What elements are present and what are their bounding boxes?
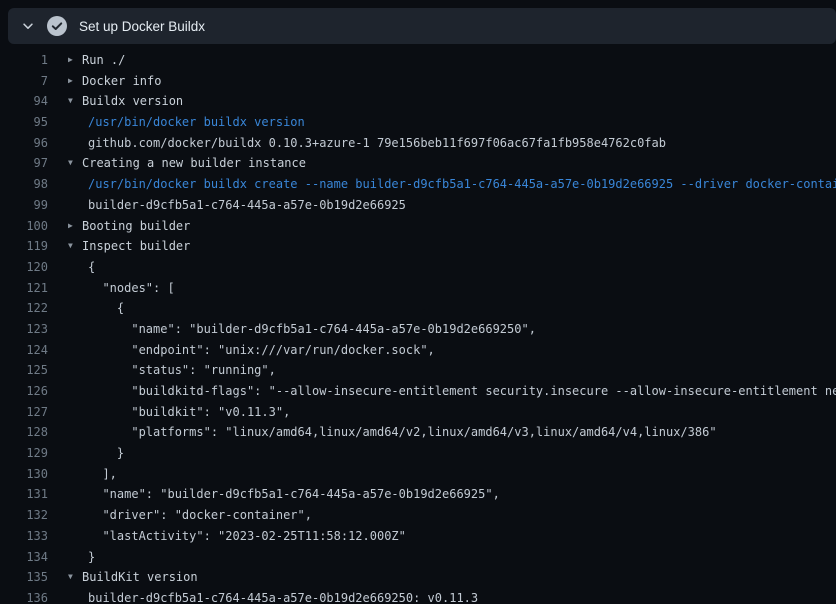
log-text: "endpoint": "unix:///var/run/docker.sock… — [88, 340, 435, 361]
log-line: 99 builder-d9cfb5a1-c764-445a-a57e-0b19d2… — [0, 195, 836, 216]
line-number[interactable]: 1 — [0, 50, 48, 71]
log-line: 95/usr/bin/docker buildx version — [0, 112, 836, 133]
line-number[interactable]: 134 — [0, 547, 48, 568]
log-line: 126 "buildkitd-flags": "--allow-insecure… — [0, 381, 836, 402]
line-number[interactable]: 95 — [0, 112, 48, 133]
log-line: 132 "driver": "docker-container", — [0, 505, 836, 526]
log-line: 136 builder-d9cfb5a1-c764-445a-a57e-0b19d… — [0, 588, 836, 604]
log-group-row[interactable]: 94 ▼Buildx version — [0, 91, 836, 112]
log-group-row[interactable]: 7 ▶Docker info — [0, 71, 836, 92]
log-text: { — [88, 298, 124, 319]
log-text: } — [88, 443, 124, 464]
line-number[interactable]: 125 — [0, 360, 48, 381]
line-number[interactable]: 119 — [0, 236, 48, 257]
log-line: 127 "buildkit": "v0.11.3", — [0, 402, 836, 423]
log-text: "platforms": "linux/amd64,linux/amd64/v2… — [88, 422, 717, 443]
log-line: 121 "nodes": [ — [0, 278, 836, 299]
line-number[interactable]: 136 — [0, 588, 48, 604]
line-number[interactable]: 98 — [0, 174, 48, 195]
log-group-row[interactable]: 97 ▼Creating a new builder instance — [0, 153, 836, 174]
line-number[interactable]: 130 — [0, 464, 48, 485]
log-text: "driver": "docker-container", — [88, 505, 312, 526]
log-line: 125 "status": "running", — [0, 360, 836, 381]
log-line: 134} — [0, 547, 836, 568]
triangle-right-icon[interactable]: ▶ — [68, 216, 82, 237]
log-group-row[interactable]: 119 ▼Inspect builder — [0, 236, 836, 257]
log-line: 120 { — [0, 257, 836, 278]
log-text: "buildkitd-flags": "--allow-insecure-ent… — [88, 381, 836, 402]
triangle-down-icon[interactable]: ▼ — [68, 567, 82, 588]
group-title: Booting builder — [82, 216, 190, 237]
group-title: Buildx version — [82, 91, 183, 112]
log-text: "name": "builder-d9cfb5a1-c764-445a-a57e… — [88, 319, 536, 340]
log-text: "nodes": [ — [88, 278, 175, 299]
log-line: 133 "lastActivity": "2023-02-25T11:58:12… — [0, 526, 836, 547]
log-line: 122 { — [0, 298, 836, 319]
log-line: 131 "name": "builder-d9cfb5a1-c764-445a-… — [0, 484, 836, 505]
log-text: } — [88, 547, 95, 568]
line-number[interactable]: 124 — [0, 340, 48, 361]
log-line: 124 "endpoint": "unix:///var/run/docker.… — [0, 340, 836, 361]
line-number[interactable]: 135 — [0, 567, 48, 588]
line-number[interactable]: 121 — [0, 278, 48, 299]
line-number[interactable]: 122 — [0, 298, 48, 319]
line-number[interactable]: 133 — [0, 526, 48, 547]
line-number[interactable]: 128 — [0, 422, 48, 443]
log-line: 130 ], — [0, 464, 836, 485]
log-line: 123 "name": "builder-d9cfb5a1-c764-445a-… — [0, 319, 836, 340]
log-text: github.com/docker/buildx 0.10.3+azure-1 … — [88, 133, 666, 154]
log-text: "status": "running", — [88, 360, 276, 381]
line-number[interactable]: 97 — [0, 153, 48, 174]
log-group-row[interactable]: 100 ▶Booting builder — [0, 216, 836, 237]
line-number[interactable]: 127 — [0, 402, 48, 423]
step-header[interactable]: Set up Docker Buildx — [8, 8, 836, 44]
triangle-right-icon[interactable]: ▶ — [68, 50, 82, 71]
log-line: 98/usr/bin/docker buildx create --name b… — [0, 174, 836, 195]
triangle-down-icon[interactable]: ▼ — [68, 91, 82, 112]
triangle-down-icon[interactable]: ▼ — [68, 153, 82, 174]
log-text: "lastActivity": "2023-02-25T11:58:12.000… — [88, 526, 406, 547]
triangle-down-icon[interactable]: ▼ — [68, 236, 82, 257]
command-text: /usr/bin/docker buildx create --name bui… — [88, 174, 836, 195]
group-title: BuildKit version — [82, 567, 198, 588]
log-text: builder-d9cfb5a1-c764-445a-a57e-0b19d2e6… — [88, 195, 406, 216]
triangle-right-icon[interactable]: ▶ — [68, 71, 82, 92]
line-number[interactable]: 99 — [0, 195, 48, 216]
line-number[interactable]: 100 — [0, 216, 48, 237]
line-number[interactable]: 96 — [0, 133, 48, 154]
line-number[interactable]: 132 — [0, 505, 48, 526]
line-number[interactable]: 126 — [0, 381, 48, 402]
log-text: "name": "builder-d9cfb5a1-c764-445a-a57e… — [88, 484, 500, 505]
log-area: 1▶Run ./7▶Docker info94▼Buildx version95… — [0, 50, 836, 604]
log-line: 128 "platforms": "linux/amd64,linux/amd6… — [0, 422, 836, 443]
check-circle-icon — [47, 16, 67, 36]
log-group-row[interactable]: 135 ▼BuildKit version — [0, 567, 836, 588]
log-text: { — [88, 257, 95, 278]
group-title: Creating a new builder instance — [82, 153, 306, 174]
log-text: "buildkit": "v0.11.3", — [88, 402, 290, 423]
line-number[interactable]: 7 — [0, 71, 48, 92]
line-number[interactable]: 131 — [0, 484, 48, 505]
log-group-row[interactable]: 1 ▶Run ./ — [0, 50, 836, 71]
group-title: Run ./ — [82, 50, 125, 71]
step-title: Set up Docker Buildx — [79, 19, 205, 34]
log-line: 129 } — [0, 443, 836, 464]
log-text: ], — [88, 464, 117, 485]
group-title: Inspect builder — [82, 236, 190, 257]
line-number[interactable]: 94 — [0, 91, 48, 112]
log-text: builder-d9cfb5a1-c764-445a-a57e-0b19d2e6… — [88, 588, 478, 604]
group-title: Docker info — [82, 71, 161, 92]
line-number[interactable]: 120 — [0, 257, 48, 278]
line-number[interactable]: 129 — [0, 443, 48, 464]
log-line: 96 github.com/docker/buildx 0.10.3+azure-… — [0, 133, 836, 154]
command-text: /usr/bin/docker buildx version — [88, 112, 305, 133]
chevron-down-icon[interactable] — [20, 18, 36, 34]
line-number[interactable]: 123 — [0, 319, 48, 340]
